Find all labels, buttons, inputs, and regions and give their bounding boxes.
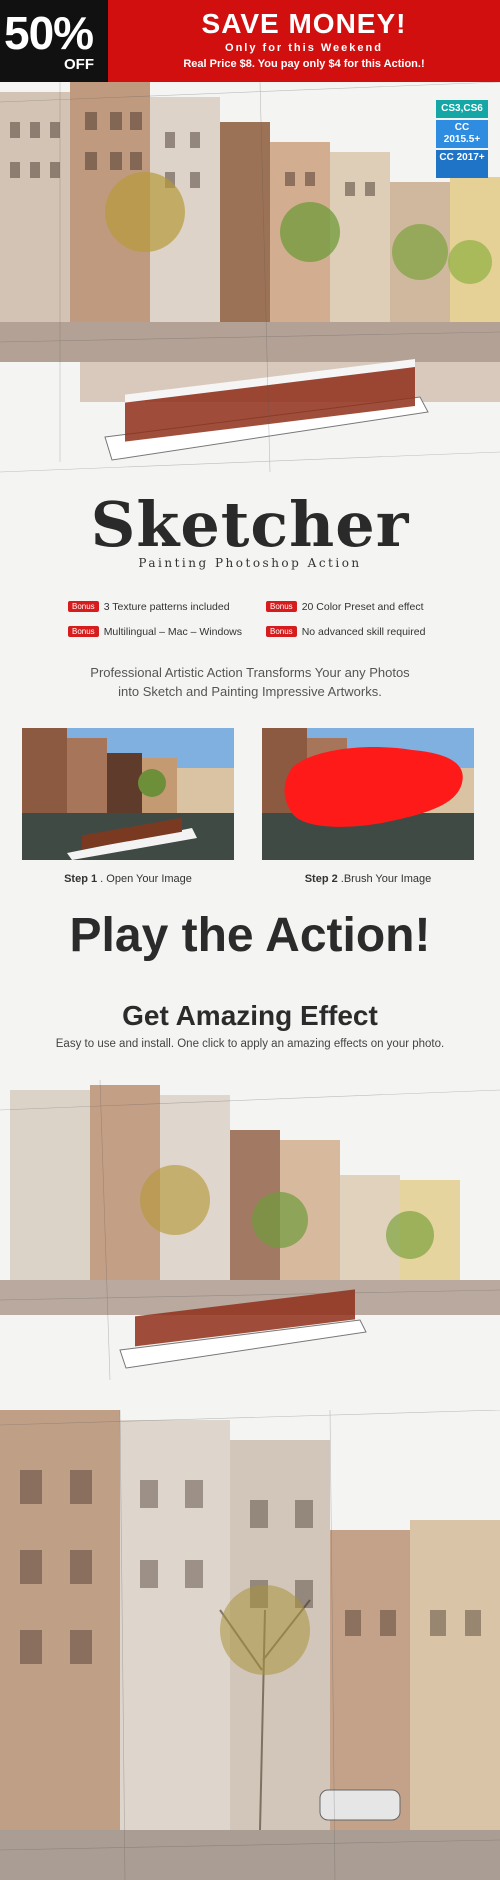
- feature-item: Bonus No advanced skill required: [266, 626, 425, 638]
- sketch-scene-top: [0, 82, 500, 482]
- save-money-panel: SAVE MONEY! Only for this Weekend Real P…: [108, 0, 500, 82]
- bonus-tag: Bonus: [68, 626, 99, 637]
- sale-banner: 50% OFF SAVE MONEY! Only for this Weeken…: [0, 0, 500, 82]
- play-action-headline: Play the Action!: [69, 909, 431, 962]
- step-1-text: . Open Your Image: [97, 873, 192, 885]
- description-line-1: Professional Artistic Action Transforms …: [90, 665, 410, 680]
- amazing-effect-headline: Get Amazing Effect: [122, 1000, 378, 1031]
- version-badge-cc2015: CC 2015.5+: [436, 120, 488, 148]
- discount-off-label: OFF: [64, 56, 94, 73]
- feature-item: Bonus 3 Texture patterns included: [68, 601, 230, 613]
- version-badge-cc2017: CC 2017+: [436, 150, 488, 178]
- description-line-2: into Sketch and Painting Impressive Artw…: [118, 684, 382, 699]
- save-money-headline: SAVE MONEY!: [201, 8, 407, 39]
- feature-text: Multilingual – Mac – Windows: [103, 626, 242, 638]
- product-subtitle: Painting Photoshop Action: [138, 556, 362, 570]
- step-2-label: Step 2: [304, 873, 338, 885]
- discount-percent: 50%: [4, 7, 94, 59]
- discount-badge: 50% OFF: [0, 0, 108, 82]
- bonus-tag: Bonus: [68, 601, 99, 612]
- step-2-caption: Step 2 .Brush Your Image: [262, 873, 474, 885]
- easy-install-note: Easy to use and install. One click to ap…: [55, 1038, 445, 1050]
- step-1-label: Step 1: [64, 873, 98, 885]
- step-2-image: [262, 728, 474, 860]
- feature-item: Bonus 20 Color Preset and effect: [266, 601, 423, 613]
- step-2-text: .Brush Your Image: [337, 873, 432, 885]
- price-note: Real Price $8. You pay only $4 for this …: [183, 58, 425, 70]
- bonus-tag: Bonus: [266, 601, 297, 612]
- sketch-scene-middle: [0, 1080, 500, 1380]
- product-title: Sketcher: [90, 488, 410, 561]
- sketch-scene-bottom: [0, 1410, 500, 1880]
- weekend-note: Only for this Weekend: [225, 42, 383, 54]
- feature-text: 3 Texture patterns included: [103, 601, 230, 613]
- step-1-image: [22, 728, 234, 860]
- feature-text: No advanced skill required: [301, 626, 426, 638]
- version-badge-cs3-cs6: CS3,CS6: [436, 100, 488, 118]
- feature-text: 20 Color Preset and effect: [301, 601, 424, 613]
- bonus-tag: Bonus: [266, 626, 297, 637]
- feature-item: Bonus Multilingual – Mac – Windows: [68, 626, 242, 638]
- step-1-caption: Step 1 . Open Your Image: [22, 873, 234, 885]
